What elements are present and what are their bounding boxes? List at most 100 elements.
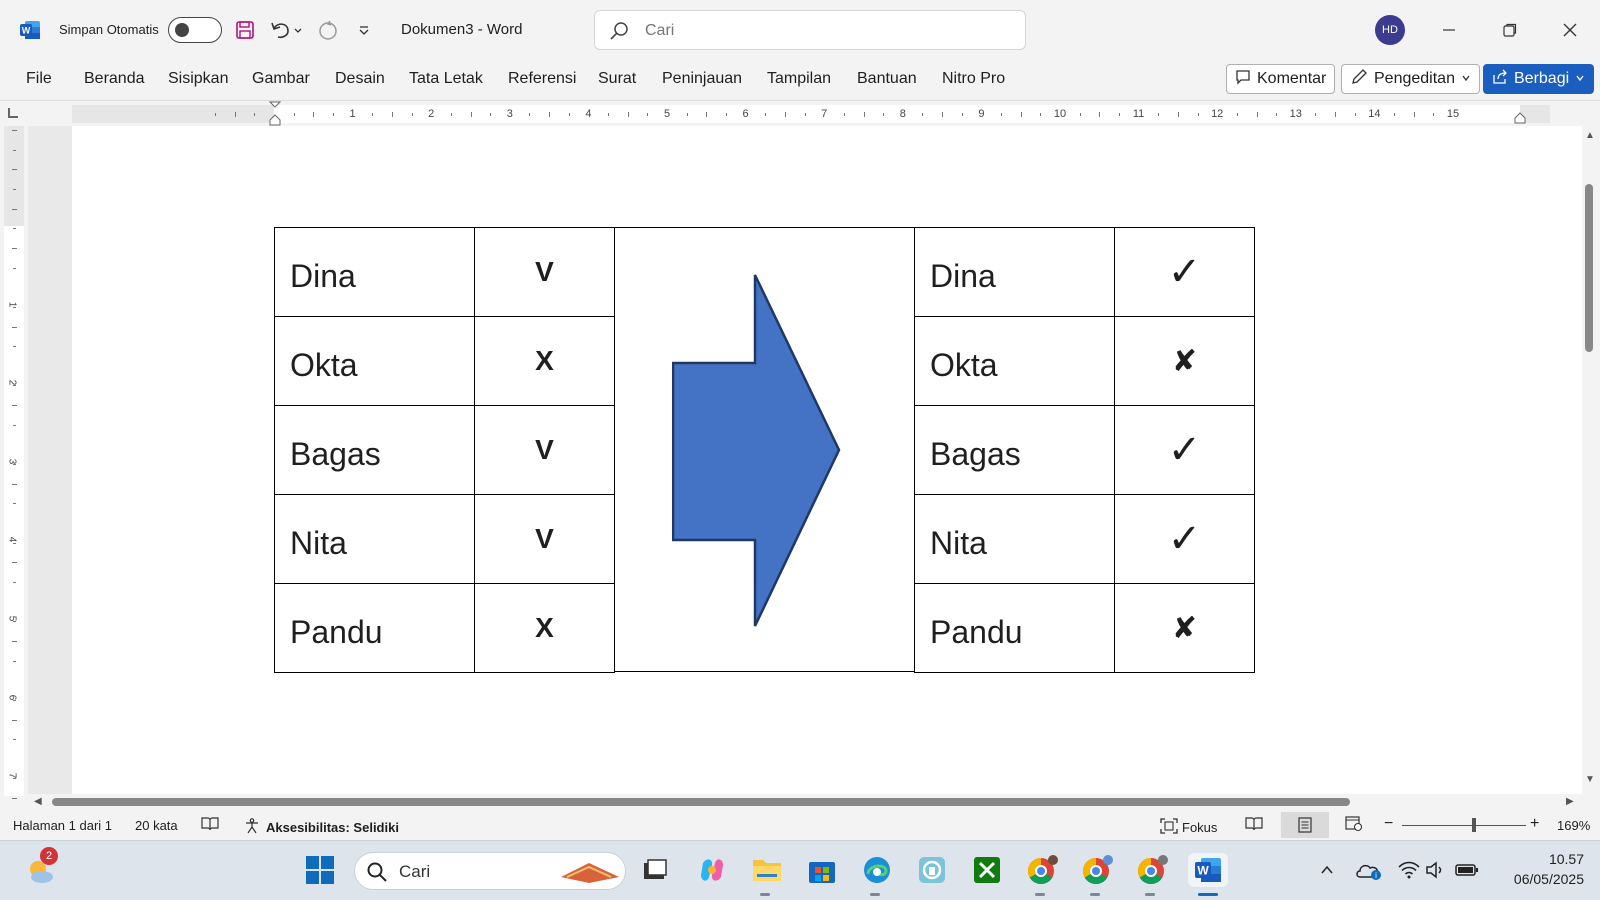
vertical-ruler[interactable]: 1234567 [4, 126, 24, 819]
print-layout-icon[interactable] [1281, 812, 1329, 838]
scroll-left-icon[interactable]: ◀ [34, 796, 42, 807]
chrome-profile-2-icon[interactable] [1080, 853, 1114, 887]
mark-cell[interactable]: V [474, 405, 615, 495]
ruler-tick [13, 424, 16, 426]
web-layout-icon[interactable] [1345, 816, 1363, 832]
xbox-icon[interactable] [970, 853, 1004, 887]
battery-icon[interactable] [1450, 853, 1484, 887]
check-mark-cell[interactable]: ✓ [1114, 494, 1255, 584]
focus-mode-button[interactable]: Fokus [1160, 818, 1217, 837]
tab-desain[interactable]: Desain [335, 70, 385, 88]
arrow-shape[interactable] [671, 274, 842, 635]
autosave-toggle[interactable] [168, 17, 222, 43]
check-mark-cell[interactable]: ✓ [1114, 227, 1255, 317]
taskbar-search[interactable]: Cari [354, 852, 626, 890]
word-app-icon[interactable]: W [19, 19, 41, 41]
tab-surat[interactable]: Surat [598, 70, 636, 88]
name-cell[interactable]: Bagas [274, 405, 475, 495]
zoom-level[interactable]: 169% [1557, 818, 1590, 833]
onedrive-icon[interactable]: i [1352, 853, 1386, 887]
name-cell[interactable]: Dina [274, 227, 475, 317]
zoom-slider-thumb[interactable] [1472, 818, 1476, 832]
chrome-profile-3-icon[interactable] [1135, 853, 1169, 887]
cross-mark-cell[interactable]: ✘ [1114, 316, 1255, 406]
undo-icon[interactable] [268, 17, 304, 43]
ruler-tick [863, 112, 865, 117]
horizontal-ruler[interactable]: 1 2 3 4 5 6 7 8 9 10 11 12 13 14 15 [72, 101, 1550, 126]
proofing-book-icon[interactable] [201, 816, 219, 832]
comment-icon [1235, 69, 1251, 90]
mark-cell[interactable]: X [474, 583, 615, 673]
right-table[interactable]: Dina ✓ Okta ✘ Bagas ✓ Nita ✓ Pandu ✘ [914, 227, 1255, 673]
horizontal-scroll-thumb[interactable] [52, 798, 1350, 806]
document-page[interactable]: Dina V Okta X Bagas V Nita V Pandu X Dina ✓ Ok… [72, 126, 1584, 794]
name-cell[interactable]: Pandu [274, 583, 475, 673]
search-input[interactable] [645, 19, 1005, 43]
clock-date[interactable]: 06/05/2025 [1494, 871, 1584, 887]
user-avatar[interactable]: HD [1375, 15, 1405, 45]
name-cell[interactable]: Nita [914, 494, 1115, 584]
ruler-tick [1099, 112, 1101, 117]
name-cell[interactable]: Okta [914, 316, 1115, 406]
redo-icon[interactable] [316, 17, 340, 43]
mark-cell[interactable]: V [474, 227, 615, 317]
read-mode-icon[interactable] [1245, 816, 1263, 832]
tab-file[interactable]: File [26, 70, 52, 88]
tab-sisipkan[interactable]: Sisipkan [168, 70, 228, 88]
zoom-in-icon[interactable]: + [1530, 815, 1539, 833]
customize-toolbar-icon[interactable] [355, 17, 373, 43]
horizontal-scrollbar[interactable]: ◀ ▶ [28, 794, 1584, 810]
restore-icon[interactable] [1490, 15, 1530, 45]
tab-nitro-pro[interactable]: Nitro Pro [942, 70, 1005, 88]
start-menu-icon[interactable] [303, 853, 337, 887]
file-explorer-icon[interactable] [750, 853, 784, 887]
name-cell[interactable]: Okta [274, 316, 475, 406]
editing-mode-button[interactable]: Pengeditan [1341, 64, 1480, 94]
comment-button[interactable]: Komentar [1226, 64, 1336, 94]
chevron-up-icon[interactable] [1310, 853, 1344, 887]
microsoft-store-icon[interactable] [805, 853, 839, 887]
tab-referensi[interactable]: Referensi [508, 70, 576, 88]
scroll-up-icon[interactable]: ▲ [1585, 130, 1595, 141]
share-button[interactable]: Berbagi [1483, 64, 1595, 94]
name-cell[interactable]: Bagas [914, 405, 1115, 495]
copilot-icon[interactable] [695, 853, 729, 887]
tab-selector-icon[interactable] [8, 108, 18, 118]
accessibility-status[interactable]: Aksesibilitas: Selidiki [244, 818, 399, 837]
vertical-scroll-thumb[interactable] [1585, 184, 1593, 352]
name-cell[interactable]: Nita [274, 494, 475, 584]
search-box[interactable] [594, 10, 1026, 50]
clock-time[interactable]: 10.57 [1494, 851, 1584, 867]
app-icon-generic[interactable] [915, 853, 949, 887]
mark-cell[interactable]: V [474, 494, 615, 584]
scroll-down-icon[interactable]: ▼ [1585, 774, 1595, 785]
left-table[interactable]: Dina V Okta X Bagas V Nita V Pandu X [274, 227, 615, 673]
volume-icon[interactable] [1419, 853, 1453, 887]
word-taskbar-icon[interactable]: W [1188, 853, 1228, 887]
edge-browser-icon[interactable] [860, 853, 894, 887]
minimize-icon[interactable] [1429, 15, 1469, 45]
scroll-right-icon[interactable]: ▶ [1566, 796, 1574, 807]
save-icon[interactable] [233, 17, 257, 43]
task-view-icon[interactable] [638, 853, 672, 887]
page-info[interactable]: Halaman 1 dari 1 [13, 818, 112, 833]
vertical-scrollbar[interactable]: ▲ ▼ [1582, 126, 1600, 794]
name-cell[interactable]: Dina [914, 227, 1115, 317]
tab-gambar[interactable]: Gambar [252, 70, 310, 88]
name-cell[interactable]: Pandu [914, 583, 1115, 673]
word-count[interactable]: 20 kata [135, 818, 178, 833]
tab-tampilan[interactable]: Tampilan [767, 70, 831, 88]
weather-widget-icon[interactable]: 2 [24, 847, 58, 887]
check-mark-cell[interactable]: ✓ [1114, 405, 1255, 495]
zoom-out-icon[interactable]: − [1384, 815, 1393, 833]
zoom-slider[interactable] [1402, 825, 1526, 826]
tab-beranda[interactable]: Beranda [84, 70, 145, 88]
ruler-tick [293, 113, 295, 116]
tab-peninjauan[interactable]: Peninjauan [662, 70, 742, 88]
tab-tata-letak[interactable]: Tata Letak [409, 70, 483, 88]
cross-mark-cell[interactable]: ✘ [1114, 583, 1255, 673]
chrome-profile-1-icon[interactable] [1025, 853, 1059, 887]
mark-cell[interactable]: X [474, 316, 615, 406]
close-icon[interactable] [1550, 15, 1590, 45]
tab-bantuan[interactable]: Bantuan [857, 70, 917, 88]
